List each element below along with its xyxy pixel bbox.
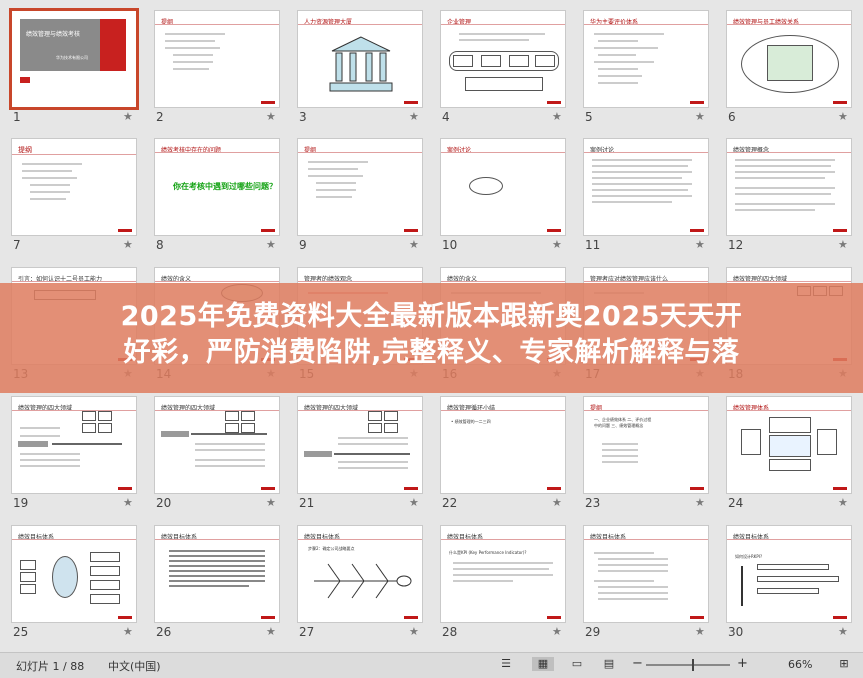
slide-preview: 提纲 [297, 138, 423, 236]
star-icon[interactable]: ★ [695, 496, 705, 509]
slide-number: 24 [728, 496, 744, 510]
star-icon[interactable]: ★ [266, 625, 276, 638]
zoom-out-button[interactable]: − [632, 656, 643, 671]
slide-preview: 提纲 [11, 138, 137, 236]
slide-preview: 绩效管理概念 [726, 138, 852, 236]
slide-preview: 绩效目标体系 步骤2：确定公司战略要点 [297, 525, 423, 623]
slide-number: 29 [585, 625, 601, 639]
slide-title: 绩效管理与绩效考核 [26, 31, 81, 38]
slide-count: 幻灯片 1 / 88 [16, 660, 85, 673]
fishbone-diagram [314, 563, 412, 599]
language-indicator[interactable]: 中文(中国) [108, 658, 161, 674]
slide-number: 19 [13, 496, 29, 510]
slide-number: 21 [299, 496, 315, 510]
star-icon[interactable]: ★ [838, 110, 848, 123]
star-icon[interactable]: ★ [552, 238, 562, 251]
slide-number: 6 [728, 110, 736, 124]
slide-number: 12 [728, 238, 744, 252]
slide-number: 28 [442, 625, 458, 639]
star-icon[interactable]: ★ [838, 238, 848, 251]
slide-preview: 绩效目标体系 如何设计RKPI? [726, 525, 852, 623]
slide-number: 22 [442, 496, 458, 510]
slide-preview: 案例讨论 [583, 138, 709, 236]
slide-preview: 绩效管理的四大领域 [11, 396, 137, 494]
slide-number: 27 [299, 625, 315, 639]
star-icon[interactable]: ★ [552, 625, 562, 638]
slide-preview: 绩效目标体系 [11, 525, 137, 623]
slide-preview: 提纲 一、企业绩效体系 二、评价过程中的问题 三、绩效管理概念 [583, 396, 709, 494]
star-icon[interactable]: ★ [409, 496, 419, 509]
star-icon[interactable]: ★ [409, 238, 419, 251]
fit-to-window-icon[interactable]: ⊞ [836, 657, 852, 671]
slide-number: 1 [13, 110, 21, 124]
zoom-level[interactable]: 66% [788, 658, 812, 671]
star-icon[interactable]: ★ [552, 496, 562, 509]
slide-number: 2 [156, 110, 164, 124]
slide-preview: 人力资源管理大厦 [297, 10, 423, 108]
slide-preview: 绩效目标体系 [154, 525, 280, 623]
slide-preview: 企业管理 [440, 10, 566, 108]
slide-number: 7 [13, 238, 21, 252]
slide-preview: 绩效管理的四大领域 [154, 396, 280, 494]
slide-preview: 绩效管理与员工绩效关系 [726, 10, 852, 108]
star-icon[interactable]: ★ [695, 110, 705, 123]
slide-preview: 绩效目标体系 什么是KPI (Key Performance Indicator… [440, 525, 566, 623]
star-icon[interactable]: ★ [409, 625, 419, 638]
slideshow-view-icon[interactable]: ▤ [601, 657, 617, 671]
slide-preview: 绩效管理体系 [726, 396, 852, 494]
star-icon[interactable]: ★ [695, 625, 705, 638]
star-icon[interactable]: ★ [838, 625, 848, 638]
banner-text: 2025年免费资料大全最新版本跟新奥2025天天开 好彩，严防消费陷阱,完整释义… [0, 299, 863, 371]
slide-number: 8 [156, 238, 164, 252]
building-diagram [329, 36, 393, 92]
slide-number: 26 [156, 625, 172, 639]
slide-number: 4 [442, 110, 450, 124]
slide-body: 一、企业绩效体系 二、评价过程中的问题 三、绩效管理概念 [594, 417, 652, 428]
star-icon[interactable]: ★ [123, 496, 133, 509]
overlay-banner[interactable]: 2025年免费资料大全最新版本跟新奥2025天天开 好彩，严防消费陷阱,完整释义… [0, 283, 863, 393]
star-icon[interactable]: ★ [552, 110, 562, 123]
slide-preview: 案例讨论 [440, 138, 566, 236]
slide-number: 3 [299, 110, 307, 124]
status-bar: 幻灯片 1 / 88 中文(中国) ☰ ▦ ▭ ▤ − + 66% ⊞ [0, 652, 863, 678]
star-icon[interactable]: ★ [266, 110, 276, 123]
zoom-slider[interactable] [646, 664, 730, 666]
slide-subtitle: 华为技术有限公司 [56, 55, 88, 60]
banner-line-2: 好彩，严防消费陷阱,完整释义、专家解析解释与落 [123, 337, 740, 368]
slide-preview: 绩效管理循环小结 • 绩效管理的一二三四 [440, 396, 566, 494]
slide-number: 5 [585, 110, 593, 124]
slide-preview: 绩效目标体系 [583, 525, 709, 623]
slide-body: 你在考核中遇到过哪些问题？ [173, 182, 277, 191]
star-icon[interactable]: ★ [123, 238, 133, 251]
slide-preview: 绩效管理与绩效考核 华为技术有限公司 [9, 8, 139, 110]
star-icon[interactable]: ★ [266, 238, 276, 251]
star-icon[interactable]: ★ [123, 110, 133, 123]
zoom-slider-handle[interactable] [692, 659, 695, 671]
slide-preview: 绩效管理的四大领域 [297, 396, 423, 494]
slide-sorter-view-icon[interactable]: ▦ [532, 657, 554, 671]
star-icon[interactable]: ★ [695, 238, 705, 251]
slide-number: 9 [299, 238, 307, 252]
notes-view-icon[interactable]: ☰ [498, 657, 514, 671]
slide-number: 10 [442, 238, 458, 252]
slide-number: 11 [585, 238, 601, 252]
slide-number: 23 [585, 496, 601, 510]
banner-line-1: 2025年免费资料大全最新版本跟新奥2025天天开 [120, 301, 743, 332]
slide-preview: 绩效考核中存在的问题 你在考核中遇到过哪些问题？ [154, 138, 280, 236]
star-icon[interactable]: ★ [838, 496, 848, 509]
normal-view-icon[interactable]: ▭ [569, 657, 585, 671]
star-icon[interactable]: ★ [266, 496, 276, 509]
star-icon[interactable]: ★ [409, 110, 419, 123]
zoom-in-button[interactable]: + [737, 656, 748, 671]
slide-body: 什么是KPI (Key Performance Indicator)? [449, 550, 527, 555]
slide-body: 步骤2：确定公司战略要点 [308, 546, 355, 551]
star-icon[interactable]: ★ [123, 625, 133, 638]
slide-number: 25 [13, 625, 29, 639]
slide-body: 如何设计RKPI? [735, 554, 763, 559]
slide-preview: 提纲 [154, 10, 280, 108]
slide-body: • 绩效管理的一二三四 [451, 419, 491, 424]
slide-preview: 华为主要评价体系 [583, 10, 709, 108]
slide-number: 20 [156, 496, 172, 510]
slide-number: 30 [728, 625, 744, 639]
